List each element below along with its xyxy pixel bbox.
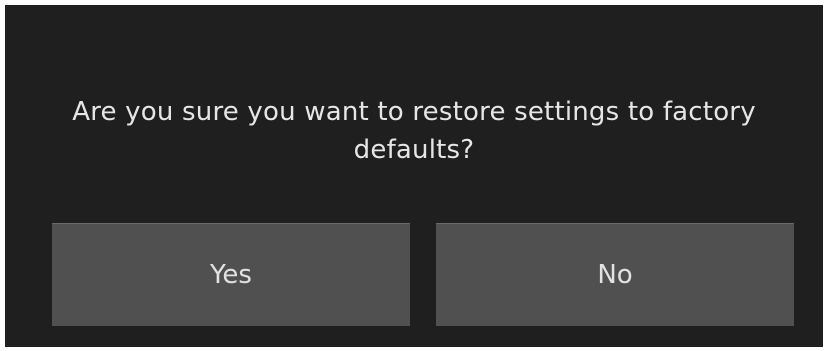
yes-button[interactable]: Yes (52, 223, 410, 326)
yes-button-label: Yes (210, 260, 252, 290)
dialog-message: Are you sure you want to restore setting… (72, 97, 756, 165)
no-button-label: No (597, 260, 633, 290)
screen-frame: Are you sure you want to restore setting… (0, 0, 829, 351)
confirm-dialog: Are you sure you want to restore setting… (5, 5, 823, 347)
no-button[interactable]: No (436, 223, 794, 326)
